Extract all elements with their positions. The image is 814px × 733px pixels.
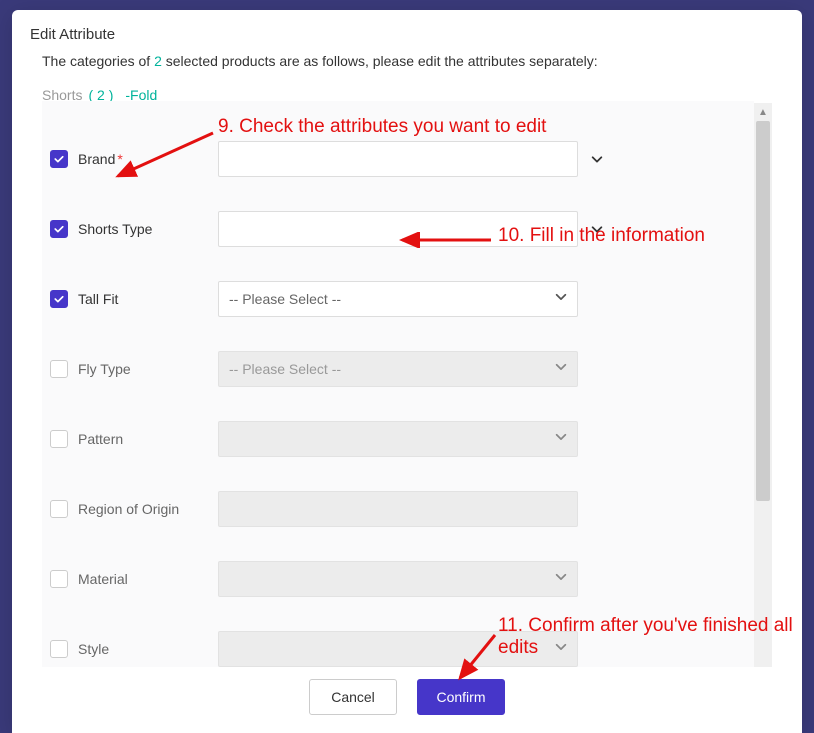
checkbox-pattern[interactable]: [50, 430, 68, 448]
attr-row-style: Style: [50, 631, 734, 667]
scrollbar[interactable]: ▲: [754, 103, 772, 667]
label-tall-fit: Tall Fit: [78, 291, 218, 307]
control-region: [218, 491, 578, 527]
label-shorts-type: Shorts Type: [78, 221, 218, 237]
label-brand: Brand*: [78, 151, 218, 167]
input-shorts-type[interactable]: [218, 211, 578, 247]
attr-row-shorts-type: Shorts Type: [50, 211, 734, 247]
attr-row-pattern: Pattern: [50, 421, 734, 457]
scroll-up-icon[interactable]: ▲: [754, 103, 772, 121]
select-fly-type: -- Please Select --: [218, 351, 578, 387]
control-pattern: [218, 421, 578, 457]
scroll-thumb[interactable]: [756, 121, 770, 501]
intro-count: 2: [154, 53, 162, 69]
chevron-down-icon[interactable]: [588, 220, 606, 238]
checkbox-tall-fit[interactable]: [50, 290, 68, 308]
modal-title: Edit Attribute: [30, 26, 784, 43]
control-tall-fit: -- Please Select --: [218, 281, 578, 317]
modal-body: The categories of 2 selected products ar…: [12, 53, 802, 667]
select-tall-fit[interactable]: -- Please Select --: [218, 281, 578, 317]
attr-row-material: Material: [50, 561, 734, 597]
checkbox-shorts-type[interactable]: [50, 220, 68, 238]
required-asterisk: *: [117, 151, 122, 167]
check-icon: [53, 293, 65, 305]
select-style: [218, 631, 578, 667]
modal-footer: Cancel Confirm: [12, 667, 802, 733]
intro-after: selected products are as follows, please…: [162, 53, 598, 69]
control-brand: [218, 141, 578, 177]
label-brand-text: Brand: [78, 151, 115, 167]
check-icon: [53, 153, 65, 165]
chevron-down-icon[interactable]: [588, 150, 606, 168]
cancel-button[interactable]: Cancel: [309, 679, 397, 715]
attr-row-fly-type: Fly Type -- Please Select --: [50, 351, 734, 387]
label-pattern: Pattern: [78, 431, 218, 447]
edit-attribute-modal: Edit Attribute The categories of 2 selec…: [12, 10, 802, 733]
select-material: [218, 561, 578, 597]
label-material: Material: [78, 571, 218, 587]
control-style: [218, 631, 578, 667]
modal-header: Edit Attribute: [12, 10, 802, 53]
attr-row-region: Region of Origin: [50, 491, 734, 527]
scroll-wrap: Brand* Shorts Type: [42, 103, 772, 667]
intro-before: The categories of: [42, 53, 154, 69]
label-region: Region of Origin: [78, 501, 218, 517]
control-fly-type: -- Please Select --: [218, 351, 578, 387]
input-brand[interactable]: [218, 141, 578, 177]
intro-text: The categories of 2 selected products ar…: [42, 53, 772, 69]
checkbox-fly-type[interactable]: [50, 360, 68, 378]
checkbox-material[interactable]: [50, 570, 68, 588]
label-fly-type: Fly Type: [78, 361, 218, 377]
checkbox-style[interactable]: [50, 640, 68, 658]
checkbox-region[interactable]: [50, 500, 68, 518]
attribute-panel: Brand* Shorts Type: [42, 101, 754, 667]
attr-row-tall-fit: Tall Fit -- Please Select --: [50, 281, 734, 317]
label-style: Style: [78, 641, 218, 657]
select-pattern: [218, 421, 578, 457]
check-icon: [53, 223, 65, 235]
control-shorts-type: [218, 211, 578, 247]
control-material: [218, 561, 578, 597]
input-region: [218, 491, 578, 527]
checkbox-brand[interactable]: [50, 150, 68, 168]
attr-row-brand: Brand*: [50, 141, 734, 177]
confirm-button[interactable]: Confirm: [417, 679, 505, 715]
